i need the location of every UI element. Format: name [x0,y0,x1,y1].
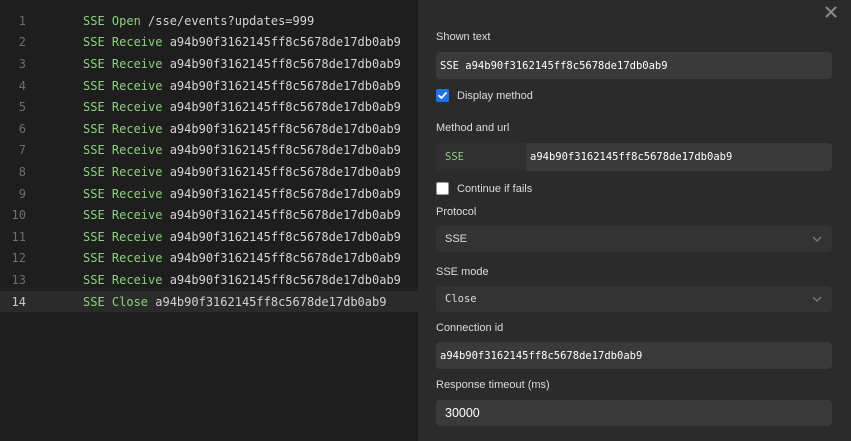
command-argument: a94b90f3162145ff8c5678de17db0ab9 [162,186,401,201]
chevron-down-icon [812,236,822,242]
command-keyword: SSE Receive [83,35,163,50]
command-keyword: SSE Receive [83,143,163,158]
line-number: 13 [11,272,26,287]
command-argument: a94b90f3162145ff8c5678de17db0ab9 [162,164,401,179]
shown-text-label: Shown text [436,31,491,43]
command-argument: a94b90f3162145ff8c5678de17db0ab9 [162,35,401,50]
display-method-label: Display method [457,89,533,102]
editor-line[interactable]: 7 SSE Receive a94b90f3162145ff8c5678de17d… [0,140,418,162]
editor-line[interactable]: 6 SSE Receive a94b90f3162145ff8c5678de17d… [0,118,418,140]
command-keyword: SSE Receive [83,100,163,115]
editor-line[interactable]: 1 SSE Open /sse/events?updates=999 [0,10,418,32]
protocol-value: SSE [445,233,468,245]
line-number: 8 [18,164,26,179]
line-code: SSE Receive a94b90f3162145ff8c5678de17db… [83,57,401,71]
line-number: 7 [18,143,26,158]
command-keyword: SSE Receive [83,121,163,136]
line-number: 10 [11,208,26,223]
editor-line[interactable]: 10 SSE Receive a94b90f3162145ff8c5678de17… [0,204,418,226]
line-code: SSE Receive a94b90f3162145ff8c5678de17db… [83,143,401,157]
editor-line[interactable]: 12 SSE Receive a94b90f3162145ff8c5678de17… [0,248,418,270]
editor-line[interactable]: 8 SSE Receive a94b90f3162145ff8c5678de17d… [0,161,418,183]
command-keyword: SSE Receive [83,208,163,223]
command-argument: a94b90f3162145ff8c5678de17db0ab9 [162,229,401,244]
command-keyword: SSE Receive [83,272,163,287]
editor-line[interactable]: 5 SSE Receive a94b90f3162145ff8c5678de17d… [0,96,418,118]
line-code: SSE Receive a94b90f3162145ff8c5678de17db… [83,230,401,244]
command-argument: a94b90f3162145ff8c5678de17db0ab9 [162,56,401,71]
command-keyword: SSE Receive [83,251,163,266]
sse-mode-label: SSE mode [436,266,489,278]
method-field[interactable]: SSE [436,143,526,171]
line-code: SSE Receive a94b90f3162145ff8c5678de17db… [83,273,401,287]
command-keyword: SSE Receive [83,164,163,179]
line-number: 14 [11,294,26,309]
line-number: 1 [18,13,26,28]
command-argument: a94b90f3162145ff8c5678de17db0ab9 [162,121,401,136]
checkmark-icon [438,92,447,99]
method-url-label: Method and url [436,122,510,134]
line-number: 3 [18,56,26,71]
command-argument: a94b90f3162145ff8c5678de17db0ab9 [162,78,401,93]
command-keyword: SSE Receive [83,229,163,244]
line-number: 5 [18,100,26,115]
url-field[interactable]: a94b90f3162145ff8c5678de17db0ab9 [526,143,832,171]
editor-line[interactable]: 3 SSE Receive a94b90f3162145ff8c5678de17d… [0,53,418,75]
script-editor[interactable]: 1 SSE Open /sse/events?updates=999 2 SSE Re… [0,0,418,441]
command-argument: /sse/events?updates=999 [140,13,315,28]
line-number: 9 [18,186,26,201]
line-code: SSE Receive a94b90f3162145ff8c5678de17db… [83,251,401,265]
command-argument: a94b90f3162145ff8c5678de17db0ab9 [162,100,401,115]
line-code: SSE Receive a94b90f3162145ff8c5678de17db… [83,100,401,114]
line-number: 2 [18,35,26,50]
protocol-select[interactable]: SSE [436,226,832,252]
line-code: SSE Receive a94b90f3162145ff8c5678de17db… [83,208,401,222]
line-number: 11 [11,229,26,244]
display-method-checkbox[interactable] [436,89,449,102]
editor-line[interactable]: 14 SSE Close a94b90f3162145ff8c5678de17db… [0,290,418,313]
chevron-down-icon [812,296,822,302]
editor-line[interactable]: 4 SSE Receive a94b90f3162145ff8c5678de17d… [0,75,418,97]
shown-text-input[interactable]: SSE a94b90f3162145ff8c5678de17db0ab9 [436,52,832,79]
continue-if-fails-label: Continue if fails [457,182,533,195]
line-number: 12 [11,251,26,266]
line-code: SSE Open /sse/events?updates=999 [83,14,314,28]
display-method-row[interactable]: Display method [436,89,533,102]
command-argument: a94b90f3162145ff8c5678de17db0ab9 [162,272,401,287]
line-code: SSE Close a94b90f3162145ff8c5678de17db0a… [83,295,386,309]
line-number: 6 [18,121,26,136]
editor-line[interactable]: 2 SSE Receive a94b90f3162145ff8c5678de17d… [0,32,418,54]
step-properties-panel: Shown text SSE a94b90f3162145ff8c5678de1… [418,0,851,441]
sse-mode-value: Close [445,293,477,305]
command-argument: a94b90f3162145ff8c5678de17db0ab9 [162,143,401,158]
command-argument: a94b90f3162145ff8c5678de17db0ab9 [148,294,387,309]
line-code: SSE Receive a94b90f3162145ff8c5678de17db… [83,79,401,93]
line-code: SSE Receive a94b90f3162145ff8c5678de17db… [83,187,401,201]
continue-if-fails-row[interactable]: Continue if fails [436,182,532,195]
line-code: SSE Receive a94b90f3162145ff8c5678de17db… [83,35,401,49]
line-code: SSE Receive a94b90f3162145ff8c5678de17db… [83,165,401,179]
command-keyword: SSE Close [83,294,149,309]
protocol-label: Protocol [436,206,477,218]
command-keyword: SSE Receive [83,186,163,201]
method-url-row: SSE a94b90f3162145ff8c5678de17db0ab9 [436,143,832,171]
app-root: 1 SSE Open /sse/events?updates=999 2 SSE Re… [0,0,851,441]
response-timeout-label: Response timeout (ms) [436,379,550,391]
command-argument: a94b90f3162145ff8c5678de17db0ab9 [162,208,401,223]
connection-id-label: Connection id [436,322,504,334]
connection-id-input[interactable]: a94b90f3162145ff8c5678de17db0ab9 [436,342,832,369]
line-number: 4 [18,78,26,93]
command-keyword: SSE Receive [83,56,163,71]
line-code: SSE Receive a94b90f3162145ff8c5678de17db… [83,122,401,136]
editor-line[interactable]: 13 SSE Receive a94b90f3162145ff8c5678de17… [0,269,418,291]
command-keyword: SSE Receive [83,78,163,93]
continue-if-fails-checkbox[interactable] [436,182,449,195]
response-timeout-input[interactable]: 30000 [436,400,832,426]
close-icon[interactable] [823,4,839,20]
sse-mode-select[interactable]: Close [436,286,832,312]
command-argument: a94b90f3162145ff8c5678de17db0ab9 [162,251,401,266]
editor-line[interactable]: 9 SSE Receive a94b90f3162145ff8c5678de17d… [0,183,418,205]
editor-line[interactable]: 11 SSE Receive a94b90f3162145ff8c5678de17… [0,226,418,248]
command-keyword: SSE Open [83,13,141,28]
